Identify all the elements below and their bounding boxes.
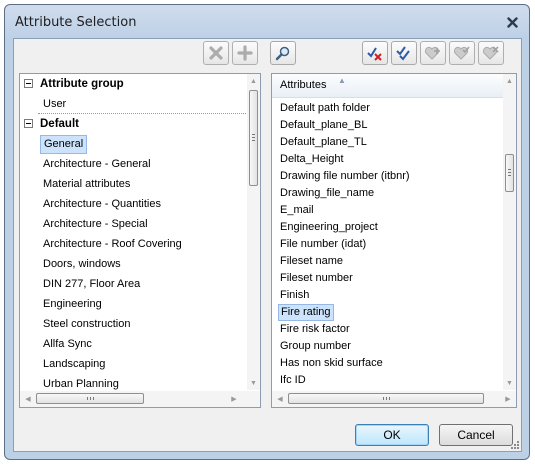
grip-line bbox=[383, 397, 384, 400]
tree-item-label: Material attributes bbox=[43, 178, 131, 190]
heart-check-icon bbox=[453, 46, 470, 60]
grip-line bbox=[252, 137, 255, 138]
grip-line bbox=[389, 397, 390, 400]
tree-item-label: General bbox=[40, 135, 88, 154]
sort-ascending-icon: ▲ bbox=[338, 76, 346, 85]
group-label: Default bbox=[40, 118, 79, 130]
attribute-selection-dialog: Attribute Selection Attribute group User… bbox=[4, 4, 530, 460]
group-label: Attribute group bbox=[40, 78, 124, 90]
close-button[interactable] bbox=[503, 14, 521, 30]
delete-x-icon bbox=[209, 46, 223, 60]
search-button[interactable] bbox=[270, 41, 296, 65]
tree-item-label: Architecture - Quantities bbox=[43, 198, 161, 210]
remove-favorite-button[interactable] bbox=[478, 41, 504, 65]
scroll-down-icon[interactable]: ▼ bbox=[247, 376, 260, 390]
list-item[interactable]: Ifc ID bbox=[278, 372, 308, 389]
column-header-label: Attributes bbox=[280, 79, 327, 91]
attributes-vertical-scrollbar[interactable]: ▲ ▼ bbox=[503, 74, 516, 390]
search-magnifier-icon bbox=[275, 46, 290, 61]
title-bar[interactable]: Attribute Selection bbox=[5, 5, 529, 41]
collapse-icon[interactable] bbox=[24, 79, 33, 88]
tree-item-label: Steel construction bbox=[43, 318, 131, 330]
scroll-up-icon[interactable]: ▲ bbox=[503, 74, 516, 88]
list-item-selected[interactable]: Fire rating bbox=[278, 304, 334, 321]
list-item[interactable]: Finish bbox=[278, 287, 311, 304]
attribute-group-tree[interactable]: Attribute group User Default General Arc… bbox=[19, 73, 261, 408]
scroll-thumb[interactable] bbox=[288, 393, 484, 404]
scroll-right-icon[interactable]: ▶ bbox=[228, 393, 240, 405]
tree-item-label: Architecture - Special bbox=[43, 218, 148, 230]
dialog-content: Attribute group User Default General Arc… bbox=[13, 38, 522, 452]
tree-item-label: Engineering bbox=[43, 298, 102, 310]
delete-button[interactable] bbox=[203, 41, 229, 65]
cancel-button[interactable]: Cancel bbox=[439, 424, 513, 446]
tree-group-default[interactable]: Default bbox=[20, 114, 250, 134]
tree-item-label: DIN 277, Floor Area bbox=[43, 278, 141, 290]
list-item[interactable]: Default_plane_TL bbox=[278, 134, 369, 151]
list-item[interactable]: Fileset name bbox=[278, 253, 345, 270]
scroll-up-icon[interactable]: ▲ bbox=[247, 74, 260, 88]
check-all-button[interactable] bbox=[391, 41, 417, 65]
uncheck-all-icon bbox=[367, 47, 382, 61]
attributes-column-header[interactable]: Attributes ▲ bbox=[272, 74, 503, 98]
tree-horizontal-scrollbar[interactable]: ◀ ▶ bbox=[20, 391, 260, 407]
tree-item-label: Architecture - General bbox=[43, 158, 151, 170]
resize-grip-icon[interactable] bbox=[510, 440, 520, 450]
tree-item-general[interactable]: General bbox=[20, 134, 250, 154]
add-favorite-button[interactable] bbox=[420, 41, 446, 65]
dialog-title: Attribute Selection bbox=[15, 15, 137, 30]
ok-button[interactable]: OK bbox=[355, 424, 429, 446]
scroll-thumb[interactable] bbox=[249, 90, 258, 186]
grip-line bbox=[508, 169, 511, 170]
scroll-left-icon[interactable]: ◀ bbox=[274, 393, 286, 405]
list-item[interactable]: E_mail bbox=[278, 202, 316, 219]
tree-group-attribute-group[interactable]: Attribute group bbox=[20, 74, 250, 94]
tree-item-label: Allfa Sync bbox=[43, 338, 92, 350]
tree-item-label: User bbox=[43, 98, 67, 110]
grip-line bbox=[252, 134, 255, 135]
list-item[interactable]: Group number bbox=[278, 338, 353, 355]
scroll-right-icon[interactable]: ▶ bbox=[502, 393, 514, 405]
scroll-down-icon[interactable]: ▼ bbox=[503, 376, 516, 390]
heart-add-icon bbox=[424, 46, 440, 60]
add-button[interactable] bbox=[232, 41, 258, 65]
check-all-icon bbox=[396, 46, 410, 61]
grip-line bbox=[386, 397, 387, 400]
list-item[interactable]: Drawing file number (itbnr) bbox=[278, 168, 412, 185]
tree-vertical-scrollbar[interactable]: ▲ ▼ bbox=[247, 74, 260, 390]
tree-item-user[interactable]: User bbox=[20, 94, 250, 114]
list-item[interactable]: Fire risk factor bbox=[278, 321, 352, 338]
uncheck-all-button[interactable] bbox=[362, 41, 388, 65]
list-item[interactable]: Has non skid surface bbox=[278, 355, 385, 372]
grip-line bbox=[93, 397, 94, 400]
attributes-horizontal-scrollbar[interactable]: ◀ ▶ bbox=[272, 391, 516, 407]
grip-line bbox=[252, 140, 255, 141]
grip-line bbox=[90, 397, 91, 400]
heart-remove-icon bbox=[482, 46, 499, 60]
list-item[interactable]: Default_plane_BL bbox=[278, 117, 369, 134]
tree-item-label: Doors, windows bbox=[43, 258, 121, 270]
attributes-list[interactable]: Attributes ▲ Default path folder Default… bbox=[271, 73, 517, 408]
scroll-thumb[interactable] bbox=[36, 393, 144, 404]
list-item[interactable]: File number (idat) bbox=[278, 236, 368, 253]
scroll-thumb[interactable] bbox=[505, 154, 514, 192]
grip-line bbox=[508, 172, 511, 173]
grip-line bbox=[87, 397, 88, 400]
tree-item-label: Architecture - Roof Covering bbox=[43, 238, 182, 250]
grip-line bbox=[508, 175, 511, 176]
tree-item-label: Landscaping bbox=[43, 358, 106, 370]
close-icon bbox=[506, 16, 518, 28]
add-plus-icon bbox=[237, 45, 253, 61]
list-item[interactable]: Engineering_project bbox=[278, 219, 380, 236]
list-item[interactable]: Fileset number bbox=[278, 270, 355, 287]
collapse-icon[interactable] bbox=[24, 119, 33, 128]
list-item[interactable]: Delta_Height bbox=[278, 151, 346, 168]
scroll-left-icon[interactable]: ◀ bbox=[22, 393, 34, 405]
check-favorite-button[interactable] bbox=[449, 41, 475, 65]
list-item[interactable]: Default path folder bbox=[278, 100, 372, 117]
list-item[interactable]: Drawing_file_name bbox=[278, 185, 376, 202]
